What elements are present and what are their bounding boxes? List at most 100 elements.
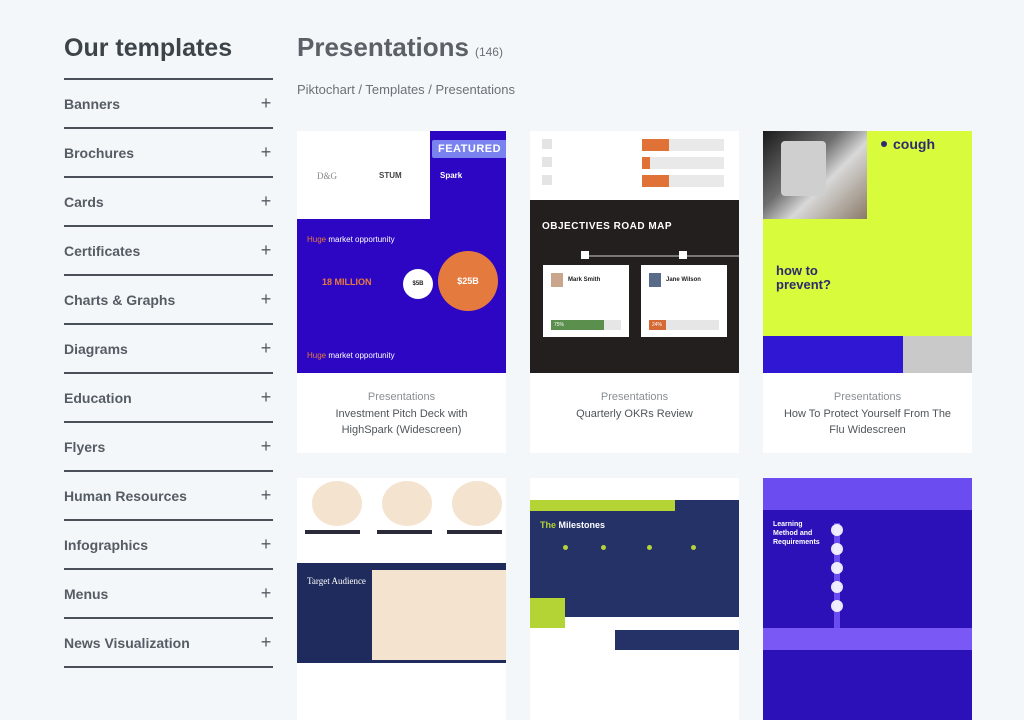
list-icon xyxy=(831,562,843,574)
breadcrumb-separator: / xyxy=(424,82,436,97)
illustration xyxy=(382,481,432,526)
sidebar-item-label: News Visualization xyxy=(64,634,190,651)
card-meta: Presentations Investment Pitch Deck with… xyxy=(297,373,506,453)
sidebar-item-label: Infographics xyxy=(64,536,149,553)
plus-icon[interactable]: + xyxy=(259,387,273,408)
thumb-photo xyxy=(763,131,867,219)
featured-badge: FEATURED xyxy=(432,140,506,158)
sidebar-item-cards[interactable]: Cards + xyxy=(64,178,273,227)
illustration xyxy=(312,481,362,526)
template-thumbnail: cough how to prevent? xyxy=(763,131,972,373)
mug-image xyxy=(781,141,826,196)
template-card[interactable]: The Milestones xyxy=(530,478,739,720)
template-card[interactable]: Learning Method and Requirements xyxy=(763,478,972,720)
sidebar-item-flyers[interactable]: Flyers + xyxy=(64,423,273,472)
sidebar-item-label: Menus xyxy=(64,585,109,602)
plus-icon[interactable]: + xyxy=(259,534,273,555)
thumb-logo: D&G xyxy=(317,171,337,181)
thumb-timeline-node xyxy=(679,251,687,259)
progress-fill: 75% xyxy=(551,320,604,330)
illustration-caption xyxy=(447,530,502,534)
thumb-person-card: Jane Wilson 24% xyxy=(641,265,727,337)
template-count: (146) xyxy=(474,45,503,59)
thumb-subheading: how to prevent? xyxy=(776,263,831,292)
thumb-logo: STUM xyxy=(379,171,402,180)
bullet-icon xyxy=(881,141,887,147)
progress-fill: 24% xyxy=(649,320,666,330)
template-thumbnail: D&G STUM FEATURED Spark Huge market oppo… xyxy=(297,131,506,373)
page-title-text: Presentations xyxy=(297,32,469,62)
breadcrumb-templates[interactable]: Templates xyxy=(365,82,424,97)
template-card[interactable]: OBJECTIVES ROAD MAP Mark Smith 75% Jane … xyxy=(530,131,739,453)
list-icon xyxy=(831,581,843,593)
plus-icon[interactable]: + xyxy=(259,583,273,604)
sidebar-item-label: Diagrams xyxy=(64,340,128,357)
sidebar-item-banners[interactable]: Banners + xyxy=(64,80,273,129)
thumb-heading: The Milestones xyxy=(540,520,606,530)
template-card[interactable]: Target Audience xyxy=(297,478,506,720)
sidebar-item-diagrams[interactable]: Diagrams + xyxy=(64,325,273,374)
progress-bar: 24% xyxy=(649,320,719,330)
plus-icon[interactable]: + xyxy=(259,632,273,653)
plus-icon[interactable]: + xyxy=(259,93,273,114)
thumb-timeline xyxy=(834,523,840,633)
thumb-navy-section xyxy=(615,630,739,650)
plus-icon[interactable]: + xyxy=(259,191,273,212)
thumb-photo xyxy=(903,336,972,373)
milestone-dot xyxy=(691,545,696,550)
plus-icon[interactable]: + xyxy=(259,338,273,359)
thumb-accent-block xyxy=(530,598,565,628)
thumb-stat: 18 MILLION xyxy=(322,277,372,287)
sidebar-item-education[interactable]: Education + xyxy=(64,374,273,423)
thumb-heading: Target Audience xyxy=(307,576,366,586)
sidebar-item-charts-graphs[interactable]: Charts & Graphs + xyxy=(64,276,273,325)
card-category: Presentations xyxy=(600,391,669,403)
sidebar-item-news-visualization[interactable]: News Visualization + xyxy=(64,619,273,668)
sidebar-item-menus[interactable]: Menus + xyxy=(64,570,273,619)
template-thumbnail: Learning Method and Requirements xyxy=(763,478,972,720)
breadcrumb-separator: / xyxy=(354,82,366,97)
thumb-brand: Spark xyxy=(440,171,463,180)
plus-icon[interactable]: + xyxy=(259,289,273,310)
thumb-timeline-node xyxy=(581,251,589,259)
avatar xyxy=(551,273,563,287)
thumb-headline: Huge market opportunity xyxy=(307,235,395,244)
plus-icon[interactable]: + xyxy=(259,485,273,506)
thumb-bar-row xyxy=(542,175,732,193)
card-title[interactable]: Investment Pitch Deck with HighSpark (Wi… xyxy=(297,406,506,438)
template-thumbnail: The Milestones xyxy=(530,478,739,720)
sidebar-item-label: Cards xyxy=(64,193,104,210)
thumb-bar-rows xyxy=(542,139,732,193)
sidebar-item-certificates[interactable]: Certificates + xyxy=(64,227,273,276)
sidebar-item-infographics[interactable]: Infographics + xyxy=(64,521,273,570)
thumb-circle-small: $5B xyxy=(403,269,433,299)
sidebar-item-label: Human Resources xyxy=(64,487,187,504)
illustration xyxy=(452,481,502,526)
thumb-headline: Huge market opportunity xyxy=(307,351,395,360)
plus-icon[interactable]: + xyxy=(259,240,273,261)
plus-icon[interactable]: + xyxy=(259,436,273,457)
sidebar-item-label: Brochures xyxy=(64,144,135,161)
person-name: Mark Smith xyxy=(568,277,601,283)
card-title[interactable]: Quarterly OKRs Review xyxy=(530,406,739,422)
thumb-bar-row xyxy=(542,139,732,157)
milestone-dot xyxy=(563,545,568,550)
breadcrumb-presentations: Presentations xyxy=(435,82,516,97)
template-thumbnail: Target Audience xyxy=(297,478,506,720)
sidebar-item-label: Flyers xyxy=(64,438,106,455)
card-category: Presentations xyxy=(833,391,902,403)
templates-sidebar: Our templates Banners + Brochures + Cards + Ce… xyxy=(64,32,273,668)
sidebar-item-brochures[interactable]: Brochures + xyxy=(64,129,273,178)
thumb-bar-row xyxy=(542,157,732,175)
template-thumbnail: OBJECTIVES ROAD MAP Mark Smith 75% Jane … xyxy=(530,131,739,373)
thumb-bottom-band xyxy=(763,628,972,650)
template-card[interactable]: D&G STUM FEATURED Spark Huge market oppo… xyxy=(297,131,506,453)
sidebar-item-label: Banners xyxy=(64,95,121,112)
template-card[interactable]: cough how to prevent? Presentations How … xyxy=(763,131,972,453)
thumb-heading: OBJECTIVES ROAD MAP xyxy=(542,221,673,232)
plus-icon[interactable]: + xyxy=(259,142,273,163)
milestone-dot xyxy=(647,545,652,550)
sidebar-item-human-resources[interactable]: Human Resources + xyxy=(64,472,273,521)
card-title[interactable]: How To Protect Yourself From The Flu Wid… xyxy=(763,406,972,438)
breadcrumb-piktochart[interactable]: Piktochart xyxy=(297,82,355,97)
